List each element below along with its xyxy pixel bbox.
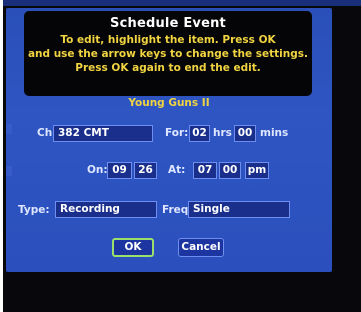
time-ampm-field[interactable]: pm: [245, 162, 269, 179]
dialog-title: Schedule Event: [110, 16, 226, 31]
instruction-line: Press OK again to end the edit.: [75, 62, 261, 74]
time-label: At:: [168, 164, 186, 176]
ok-button[interactable]: OK: [112, 238, 154, 257]
time-minute-field[interactable]: 00: [219, 162, 241, 179]
minutes-unit-label: mins: [260, 127, 289, 139]
tv-bezel-top: [3, 0, 361, 6]
program-name: Young Guns II: [128, 97, 210, 109]
duration-minutes-field[interactable]: 00: [234, 125, 256, 142]
instruction-line: To edit, highlight the item. Press OK: [60, 34, 276, 46]
duration-label: For:: [165, 127, 189, 139]
date-month-field[interactable]: 09: [107, 162, 132, 179]
schedule-event-dialog: Schedule Event To edit, highlight the it…: [6, 8, 332, 272]
duration-hours-field[interactable]: 02: [189, 125, 210, 142]
date-label: On:: [87, 164, 108, 176]
channel-field[interactable]: 382 CMT: [53, 125, 153, 142]
cancel-button[interactable]: Cancel: [178, 238, 224, 257]
frequency-field[interactable]: Single: [188, 201, 290, 218]
panel-edge-shade: [6, 124, 12, 134]
type-label: Type:: [18, 204, 50, 216]
time-hour-field[interactable]: 07: [193, 162, 217, 179]
panel-edge-shade: [6, 166, 12, 176]
screen-frame: Schedule Event To edit, highlight the it…: [0, 0, 361, 312]
date-day-field[interactable]: 26: [134, 162, 157, 179]
type-field[interactable]: Recording: [55, 201, 157, 218]
instruction-line: and use the arrow keys to change the set…: [27, 48, 309, 60]
instructions-box: Schedule Event To edit, highlight the it…: [24, 11, 312, 96]
hours-unit-label: hrs: [213, 127, 232, 139]
